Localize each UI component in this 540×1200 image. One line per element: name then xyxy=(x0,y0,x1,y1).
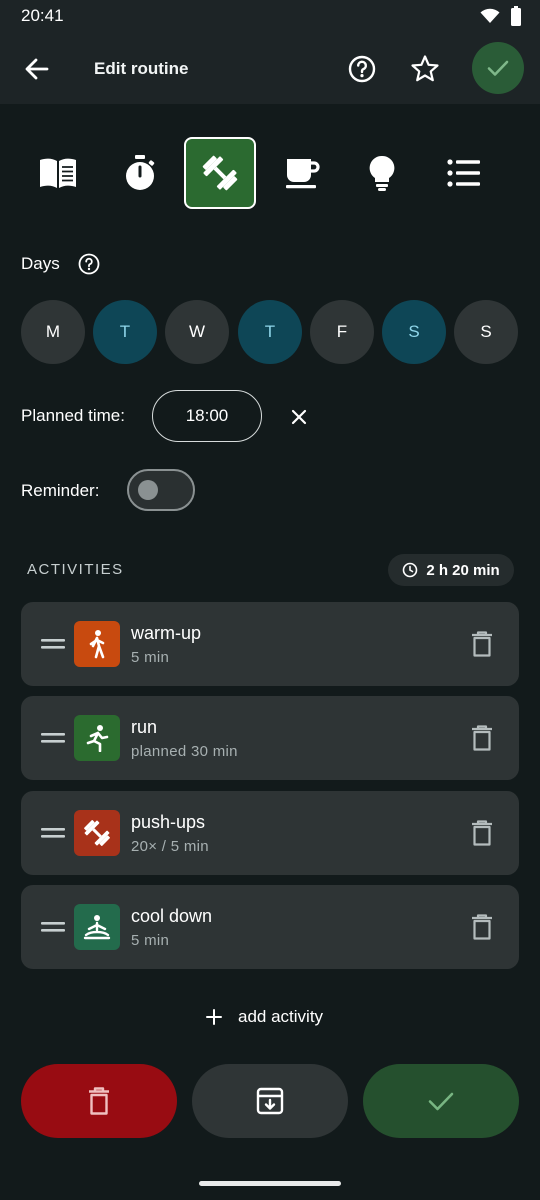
add-activity-label: add activity xyxy=(238,1007,324,1026)
activities-header: ACTIVITIES xyxy=(27,561,124,578)
close-icon xyxy=(286,404,312,430)
lightbulb-icon xyxy=(368,154,396,192)
total-duration-chip: 2 h 20 min xyxy=(388,554,514,586)
delete-activity-button[interactable] xyxy=(469,913,495,941)
delete-routine-button[interactable] xyxy=(21,1064,177,1138)
activity-subtitle: 5 min xyxy=(131,649,170,666)
activity-card-cool-down[interactable]: cool down 5 min xyxy=(21,885,519,969)
days-label: Days xyxy=(21,254,60,273)
drag-handle[interactable] xyxy=(41,733,65,743)
category-reading[interactable] xyxy=(22,137,94,209)
walking-person-icon xyxy=(84,629,110,659)
days-help-button[interactable] xyxy=(77,252,101,276)
book-icon xyxy=(38,156,78,190)
activity-title: run xyxy=(131,717,158,737)
delete-activity-button[interactable] xyxy=(469,630,495,658)
add-activity-button[interactable]: add activity xyxy=(204,1004,323,1030)
day-monday[interactable]: M xyxy=(21,300,85,364)
home-indicator[interactable] xyxy=(199,1181,341,1186)
plus-icon xyxy=(204,1007,224,1027)
drag-handle[interactable] xyxy=(41,922,65,932)
dumbbell-icon xyxy=(82,818,112,848)
category-list[interactable] xyxy=(428,137,500,209)
category-workout[interactable] xyxy=(184,137,256,209)
activity-title: push-ups xyxy=(131,812,206,832)
activity-icon-tile xyxy=(74,621,120,667)
list-icon xyxy=(447,159,481,187)
coffee-icon xyxy=(284,156,320,190)
toggle-knob xyxy=(138,480,158,500)
category-idea[interactable] xyxy=(346,137,418,209)
drag-handle[interactable] xyxy=(41,828,65,838)
activity-title: cool down xyxy=(131,906,213,926)
clock-icon xyxy=(402,562,418,578)
archive-icon xyxy=(255,1086,285,1116)
dumbbell-icon xyxy=(200,153,240,193)
activity-icon-tile xyxy=(74,810,120,856)
trash-icon xyxy=(469,724,495,752)
running-person-icon xyxy=(83,724,111,752)
day-thursday[interactable]: T xyxy=(238,300,302,364)
page-title: Edit routine xyxy=(94,59,189,78)
favorite-button[interactable] xyxy=(408,52,442,86)
activity-icon-tile xyxy=(74,715,120,761)
reminder-label: Reminder: xyxy=(21,481,100,500)
wifi-icon xyxy=(480,8,500,24)
activity-subtitle: planned 30 min xyxy=(131,743,238,760)
trash-icon xyxy=(469,630,495,658)
activity-card-warm-up[interactable]: warm-up 5 min xyxy=(21,602,519,686)
day-tuesday[interactable]: T xyxy=(93,300,157,364)
category-break[interactable] xyxy=(266,137,338,209)
category-timer[interactable] xyxy=(104,137,176,209)
confirm-routine-button[interactable] xyxy=(363,1064,519,1138)
arrow-back-icon xyxy=(20,52,54,86)
status-time: 20:41 xyxy=(21,6,64,25)
battery-icon xyxy=(510,6,522,26)
clear-time-button[interactable] xyxy=(286,404,312,430)
category-selector xyxy=(0,137,540,211)
activity-card-run[interactable]: run planned 30 min xyxy=(21,696,519,780)
app-bar: Edit routine xyxy=(0,32,540,104)
planned-time-label: Planned time: xyxy=(21,406,125,425)
day-wednesday[interactable]: W xyxy=(165,300,229,364)
reminder-toggle[interactable] xyxy=(127,469,195,511)
help-circle-icon xyxy=(77,252,101,276)
trash-icon xyxy=(86,1086,112,1116)
trash-icon xyxy=(469,913,495,941)
activity-card-push-ups[interactable]: push-ups 20× / 5 min xyxy=(21,791,519,875)
archive-routine-button[interactable] xyxy=(192,1064,348,1138)
checkmark-icon xyxy=(485,55,511,81)
activity-subtitle: 20× / 5 min xyxy=(131,838,209,855)
delete-activity-button[interactable] xyxy=(469,819,495,847)
total-duration: 2 h 20 min xyxy=(426,561,500,579)
activity-icon-tile xyxy=(74,904,120,950)
help-button[interactable] xyxy=(345,52,379,86)
checkmark-icon xyxy=(426,1086,456,1116)
meditation-icon xyxy=(82,914,112,940)
status-icons xyxy=(480,6,522,26)
status-bar: 20:41 xyxy=(0,0,540,32)
day-saturday[interactable]: S xyxy=(382,300,446,364)
help-circle-icon xyxy=(345,52,379,86)
day-friday[interactable]: F xyxy=(310,300,374,364)
back-button[interactable] xyxy=(20,52,54,86)
trash-icon xyxy=(469,819,495,847)
planned-time-field[interactable]: 18:00 xyxy=(152,390,262,442)
drag-handle[interactable] xyxy=(41,639,65,649)
stopwatch-icon xyxy=(123,154,157,192)
star-outline-icon xyxy=(408,52,442,86)
save-routine-button[interactable] xyxy=(472,42,524,94)
day-sunday[interactable]: S xyxy=(454,300,518,364)
activity-subtitle: 5 min xyxy=(131,932,170,949)
delete-activity-button[interactable] xyxy=(469,724,495,752)
activity-title: warm-up xyxy=(131,623,202,643)
